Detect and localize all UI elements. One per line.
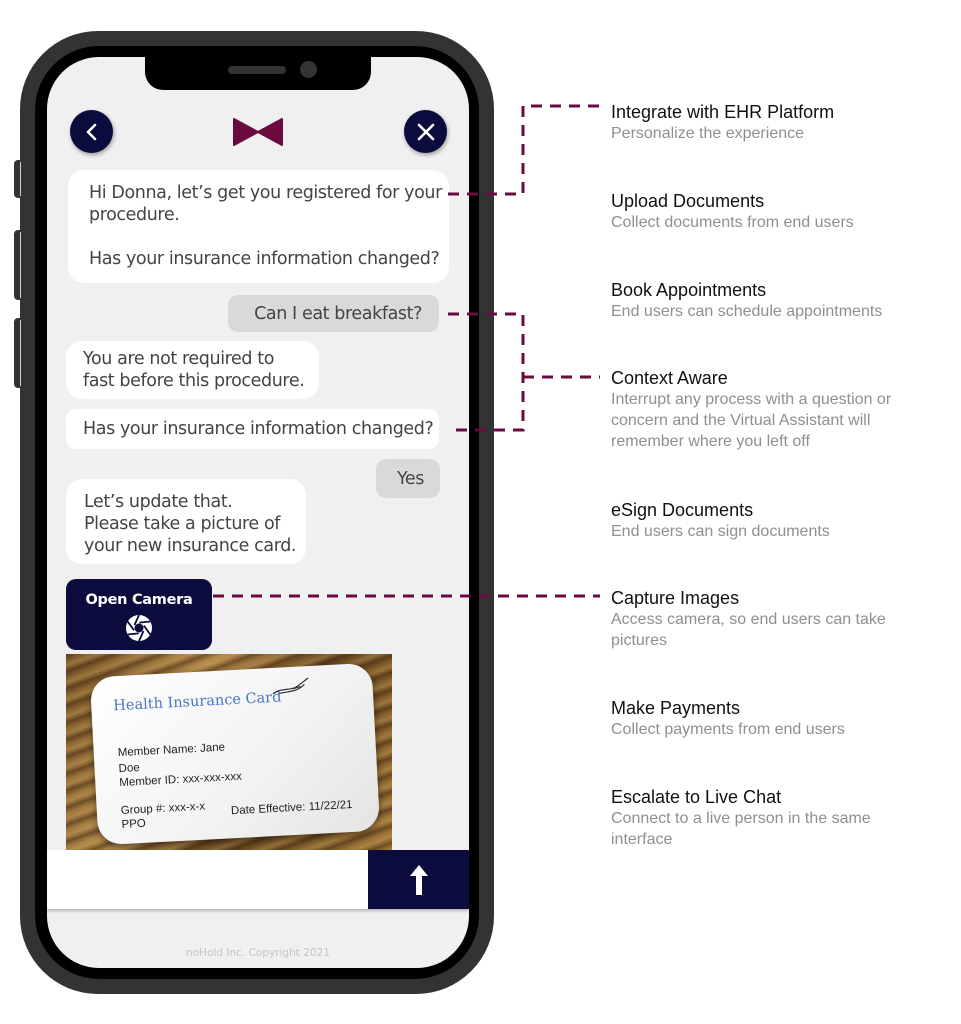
card-member-name-cont: Doe [118, 762, 141, 776]
message-line: Please take a picture of [84, 514, 281, 534]
user-message: Yes [376, 459, 440, 498]
bot-message: Let’s update that. Please take a picture… [66, 479, 306, 564]
feature-title: Capture Images [611, 588, 740, 608]
hand-icon [272, 677, 309, 695]
phone-mute-switch [14, 160, 24, 198]
message-text: Yes [396, 469, 424, 489]
phone-volume-up-button [14, 230, 24, 300]
feature-desc: End users can sign documents [611, 523, 830, 540]
feature-desc: remember where you left off [611, 433, 810, 450]
card-title: Health Insurance Card [112, 689, 282, 715]
phone-notch [145, 57, 371, 90]
insurance-card: Health Insurance Card Member Name: Jane … [89, 662, 381, 846]
chat-input-bar [47, 850, 469, 909]
feature-desc: End users can schedule appointments [611, 303, 883, 320]
card-date-effective: Date Effective: 11/22/21 [230, 798, 353, 818]
phone-volume-down-button [14, 318, 24, 388]
feature-desc: Personalize the experience [611, 125, 805, 142]
phone-screen: Hi Donna, let’s get you registered for y… [47, 57, 469, 968]
chat-input[interactable] [47, 850, 368, 909]
bowtie-logo-icon [233, 118, 283, 146]
feature-title: Make Payments [611, 698, 741, 718]
message-line: Hi Donna, let’s get you registered for y… [89, 183, 442, 203]
feature-title: Context Aware [611, 368, 728, 388]
message-line: Has your insurance information changed? [89, 249, 440, 269]
camera-aperture-icon [126, 614, 152, 642]
close-x-icon [417, 123, 434, 140]
message-line: You are not required to [83, 349, 275, 369]
copyright-text: noHold Inc. Copyright 2021 [186, 947, 330, 959]
feature-desc: Connect to a live person in the same [611, 810, 871, 827]
speaker-grille [228, 66, 286, 74]
close-button[interactable] [404, 110, 447, 153]
chevron-left-icon [86, 123, 96, 140]
feature-desc: Access camera, so end users can take [611, 611, 886, 628]
feature-upload-documents: Upload Documents Collect documents from … [611, 190, 941, 233]
feature-desc: interface [611, 831, 673, 848]
card-group: Group #: xxx-x-x [120, 800, 206, 818]
feature-title: eSign Documents [611, 500, 754, 520]
feature-esign-documents: eSign Documents End users can sign docum… [611, 499, 941, 542]
open-camera-button[interactable]: Open Camera [66, 579, 212, 650]
feature-title: Integrate with EHR Platform [611, 102, 835, 122]
card-plan: PPO [121, 817, 147, 832]
feature-title: Book Appointments [611, 280, 767, 300]
card-member-name: Member Name: Jane [117, 741, 226, 760]
insurance-card-photo: Health Insurance Card Member Name: Jane … [66, 654, 392, 854]
back-button[interactable] [70, 110, 113, 153]
feature-book-appointments: Book Appointments End users can schedule… [611, 279, 941, 322]
feature-desc: Collect documents from end users [611, 214, 854, 231]
feature-desc: Interrupt any process with a question or [611, 391, 892, 408]
arrow-up-icon [409, 864, 428, 895]
feature-make-payments: Make Payments Collect payments from end … [611, 697, 941, 740]
feature-title: Escalate to Live Chat [611, 787, 782, 807]
bot-message: You are not required to fast before this… [66, 341, 319, 399]
feature-context-aware: Context Aware Interrupt any process with… [611, 367, 941, 452]
open-camera-label: Open Camera [85, 592, 193, 608]
feature-desc: pictures [611, 632, 668, 649]
message-text: Can I eat breakfast? [254, 304, 422, 324]
feature-desc: Collect payments from end users [611, 721, 845, 738]
bot-message: Hi Donna, let’s get you registered for y… [68, 170, 449, 283]
message-line: your new insurance card. [84, 536, 297, 556]
bot-message: Has your insurance information changed? [66, 409, 439, 449]
user-message: Can I eat breakfast? [228, 295, 439, 332]
feature-escalate-live-chat: Escalate to Live Chat Connect to a live … [611, 786, 941, 850]
message-line: procedure. [89, 205, 180, 225]
send-button[interactable] [368, 850, 469, 909]
message-text: Has your insurance information changed? [83, 419, 434, 439]
message-line: Let’s update that. [84, 492, 233, 512]
feature-ehr: Integrate with EHR Platform Personalize … [611, 101, 941, 144]
feature-capture-images: Capture Images Access camera, so end use… [611, 587, 941, 651]
feature-desc: concern and the Virtual Assistant will [611, 412, 871, 429]
message-line: fast before this procedure. [83, 371, 305, 391]
front-camera [300, 61, 317, 78]
feature-title: Upload Documents [611, 191, 765, 211]
